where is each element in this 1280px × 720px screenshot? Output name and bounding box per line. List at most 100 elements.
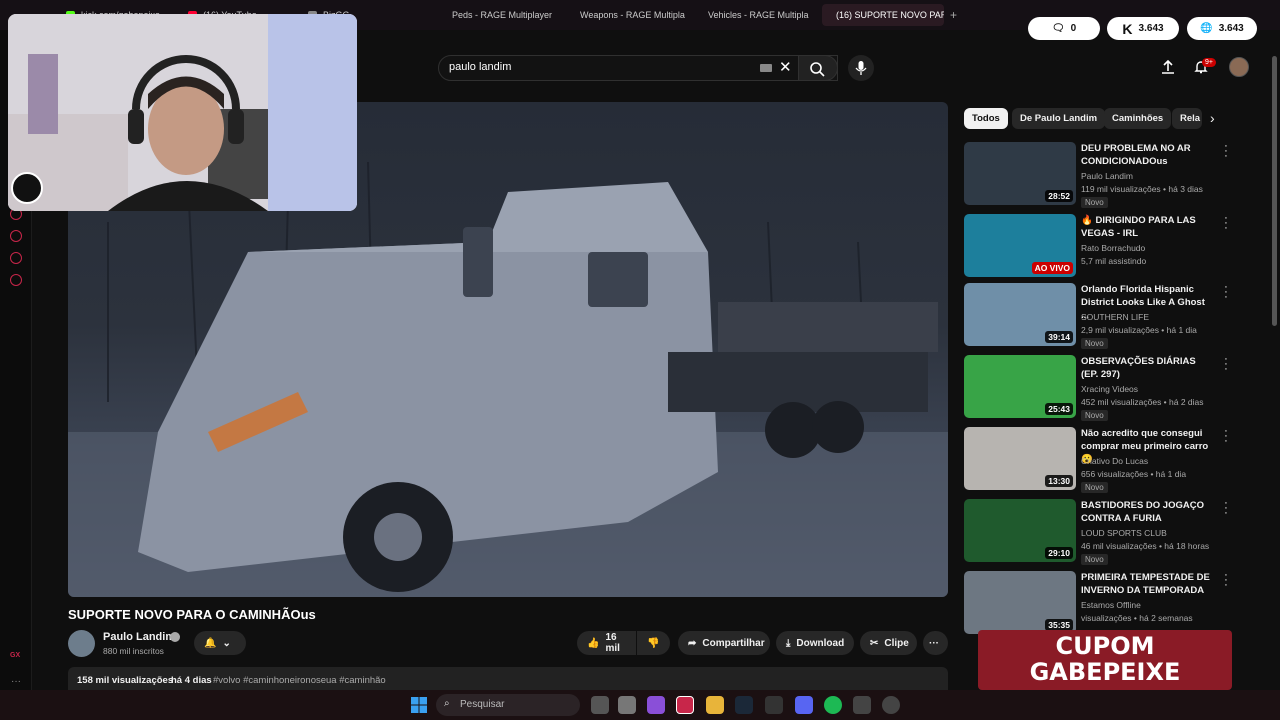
channel-name: SOUTHERN LIFE: [1081, 312, 1150, 322]
upload-icon[interactable]: [1160, 59, 1176, 75]
recommended-video[interactable]: 28:52 DEU PROBLEMA NO AR CONDICIONADOus …: [964, 141, 1234, 208]
kick-logo-icon: K: [1122, 20, 1133, 37]
download-button[interactable]: ⤓ Download: [776, 631, 854, 655]
new-badge: Novo: [1081, 554, 1108, 565]
view-count: 158 mil visualizações: [77, 675, 174, 686]
video-thumbnail: 13:30: [964, 427, 1076, 490]
clear-search-icon[interactable]: ✕: [779, 58, 792, 76]
more-actions-button[interactable]: ···: [923, 631, 948, 655]
video-title: BASTIDORES DO JOGAÇO CONTRA A FURIA: [1081, 500, 1204, 524]
share-button[interactable]: ➦ Compartilhar: [678, 631, 770, 655]
file-explorer-icon[interactable]: [706, 696, 724, 714]
copilot-icon[interactable]: [647, 696, 665, 714]
video-meta: 656 visualizações • há 1 dia: [1081, 469, 1187, 479]
more-options-icon[interactable]: · · ·: [1222, 213, 1230, 234]
new-badge: Novo: [1081, 482, 1108, 493]
keyboard-icon[interactable]: [760, 64, 772, 72]
more-options-icon[interactable]: · · ·: [1222, 426, 1230, 447]
obs-icon[interactable]: [882, 696, 900, 714]
chip-from-channel[interactable]: De Paulo Landim: [1012, 108, 1106, 129]
chevron-down-icon: ⌄: [222, 637, 231, 649]
taskbar-search[interactable]: ⌕ Pesquisar: [436, 694, 580, 716]
webcam-overlay: [8, 14, 357, 211]
coupon-line-2: GABEPEIXE: [1029, 658, 1181, 686]
chat-icon: 🗨: [1051, 23, 1065, 34]
opera-gx-icon[interactable]: [676, 696, 694, 714]
new-badge: Novo: [1081, 197, 1108, 208]
page-scrollbar[interactable]: [1272, 56, 1277, 326]
dislike-button[interactable]: 👎: [637, 631, 670, 655]
new-tab-button[interactable]: +: [950, 8, 957, 22]
chip-trucks[interactable]: Caminhões: [1104, 108, 1172, 129]
avatar[interactable]: [1229, 57, 1249, 77]
clip-button[interactable]: ✂ Clipe: [860, 631, 917, 655]
bell-icon: 🔔: [204, 637, 217, 649]
sidebar-icon-3[interactable]: [10, 252, 22, 264]
video-title: SUPORTE NOVO PARA O CAMINHÃOus: [68, 607, 316, 622]
video-meta: 2,9 mil visualizações • há 1 dia: [1081, 325, 1197, 335]
more-icon[interactable]: ···: [11, 676, 21, 687]
chips-next-icon[interactable]: ›: [1210, 110, 1215, 126]
channel-name[interactable]: Paulo Landim: [103, 631, 175, 643]
recommended-video[interactable]: 13:30 Não acredito que consegui comprar …: [964, 426, 1234, 493]
history-icon[interactable]: [10, 230, 22, 242]
channel-name: Xracing Videos: [1081, 384, 1139, 394]
globe-points-pill[interactable]: 🌐 3.643: [1187, 17, 1257, 40]
tab-vehicles[interactable]: Vehicles - RAGE Multipla: [694, 4, 816, 26]
steam-icon[interactable]: [735, 696, 753, 714]
task-view-icon[interactable]: [591, 696, 609, 714]
search-icon: [810, 62, 825, 77]
tab-weapons[interactable]: Weapons - RAGE Multipla: [566, 4, 688, 26]
channel-name: Estamos Offline: [1081, 600, 1141, 610]
recommended-video[interactable]: AO VIVO 🔥 DIRIGINDO PARA LAS VEGAS - IRL…: [964, 213, 1234, 280]
channel-name: LOUD SPORTS CLUB: [1081, 528, 1167, 538]
more-icon: ···: [929, 637, 939, 649]
video-meta: 5,7 mil assistindo: [1081, 256, 1147, 266]
thumbs-down-icon: 👎: [647, 637, 660, 649]
channel-avatar[interactable]: [68, 630, 95, 657]
kick-points-pill[interactable]: K 3.643: [1107, 17, 1179, 40]
channel-logo-icon: [11, 172, 43, 204]
app-icon[interactable]: [618, 696, 636, 714]
search-query: paulo landim: [449, 61, 512, 73]
more-options-icon[interactable]: · · ·: [1222, 282, 1230, 303]
search-icon: ⌕: [444, 698, 450, 709]
gx-label: GX: [10, 652, 21, 659]
more-options-icon[interactable]: · · ·: [1222, 498, 1230, 519]
more-options-icon[interactable]: · · ·: [1222, 570, 1230, 591]
mic-icon: [855, 61, 867, 75]
video-thumbnail: AO VIVO: [964, 214, 1076, 277]
like-button[interactable]: 👍 16 mil: [577, 631, 636, 655]
channel-name: Criativo Do Lucas: [1081, 456, 1149, 466]
windows-start-icon[interactable]: [410, 696, 428, 714]
search-button[interactable]: [798, 55, 838, 81]
voice-search-button[interactable]: [848, 55, 874, 81]
chip-all[interactable]: Todos: [964, 108, 1008, 129]
messages-pill[interactable]: 🗨 0: [1028, 17, 1100, 40]
channel-name: Paulo Landim: [1081, 171, 1133, 181]
video-title: DEU PROBLEMA NO AR CONDICIONADOus: [1081, 143, 1191, 167]
discord-icon[interactable]: [795, 696, 813, 714]
tab-active-video[interactable]: (16) SUPORTE NOVO PAR: [822, 4, 944, 26]
recommended-video[interactable]: 29:10 BASTIDORES DO JOGAÇO CONTRA A FURI…: [964, 498, 1234, 565]
app-icon[interactable]: [765, 696, 783, 714]
video-title: OBSERVAÇÕES DIÁRIAS (EP. 297): [1081, 356, 1196, 380]
recommended-video[interactable]: 25:43 OBSERVAÇÕES DIÁRIAS (EP. 297) Xrac…: [964, 354, 1234, 421]
chip-related[interactable]: Rela: [1172, 108, 1202, 129]
app-icon[interactable]: [853, 696, 871, 714]
tab-peds[interactable]: Peds - RAGE Multiplayer: [438, 4, 560, 26]
settings-icon[interactable]: [10, 274, 22, 286]
subscription-bell-button[interactable]: 🔔 ⌄: [194, 631, 246, 655]
recommended-video[interactable]: 39:14 Orlando Florida Hispanic District …: [964, 282, 1234, 349]
more-options-icon[interactable]: · · ·: [1222, 354, 1230, 375]
hashtags[interactable]: #volvo #caminhoneironoseua #caminhão: [213, 675, 386, 686]
coupon-line-1: CUPOM: [1055, 632, 1155, 660]
video-title: 🔥 DIRIGINDO PARA LAS VEGAS - IRL: [1081, 215, 1196, 239]
coupon-overlay: CUPOM GABEPEIXE: [978, 630, 1232, 690]
recommended-video[interactable]: 35:35 PRIMEIRA TEMPESTADE DE INVERNO DA …: [964, 570, 1234, 637]
more-options-icon[interactable]: · · ·: [1222, 141, 1230, 162]
video-meta: visualizações • há 2 semanas: [1081, 613, 1193, 623]
taskbar-search-placeholder: Pesquisar: [460, 699, 505, 710]
video-thumbnail: 39:14: [964, 283, 1076, 346]
spotify-icon[interactable]: [824, 696, 842, 714]
